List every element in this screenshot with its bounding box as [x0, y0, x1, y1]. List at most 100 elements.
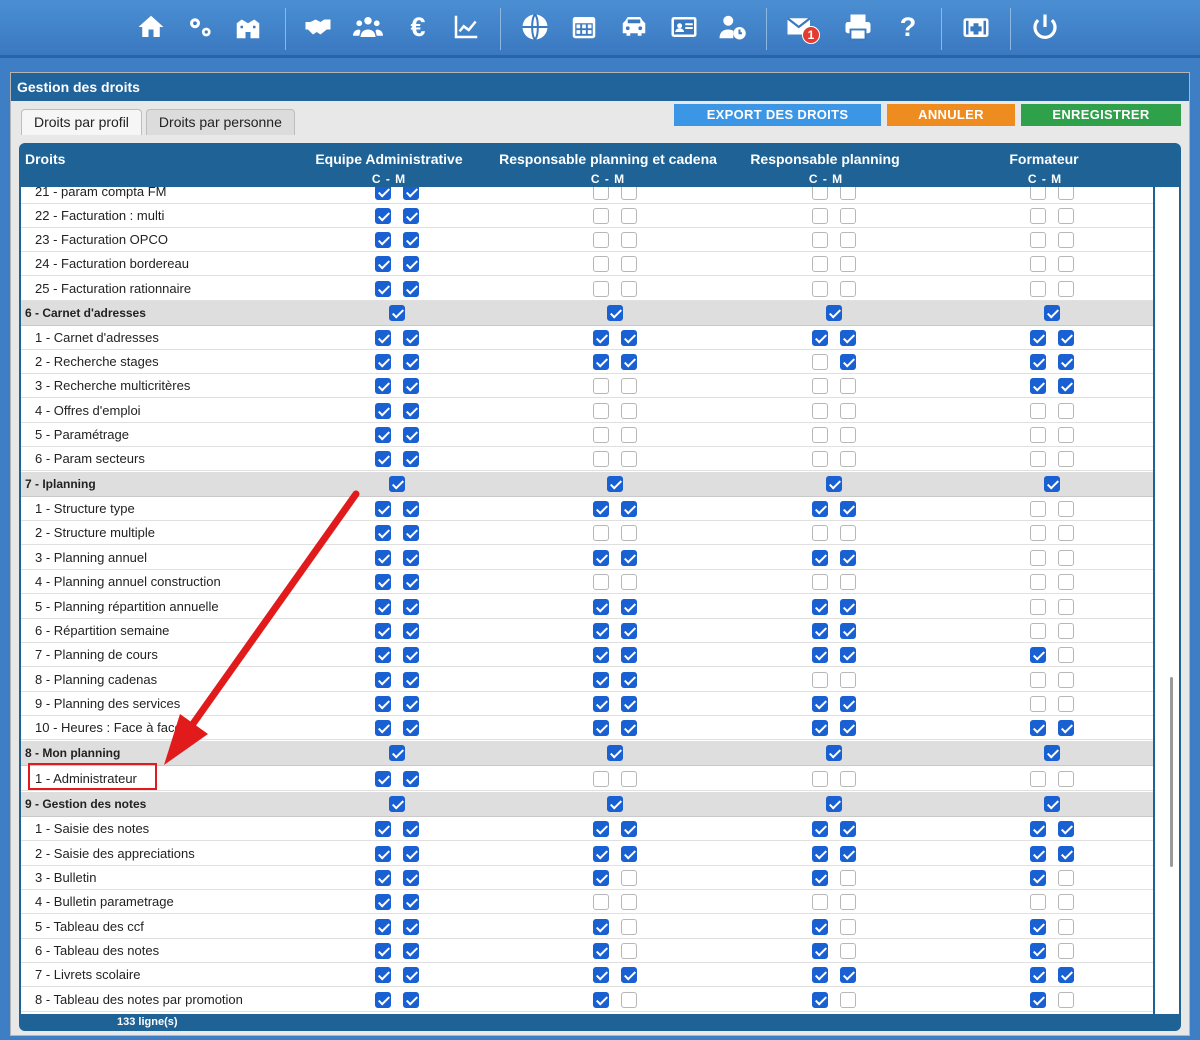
consult-checkbox[interactable] [1030, 870, 1046, 886]
consult-checkbox[interactable] [593, 696, 609, 712]
consult-checkbox[interactable] [812, 992, 828, 1008]
consult-checkbox[interactable] [1030, 427, 1046, 443]
modify-checkbox[interactable] [1058, 599, 1074, 615]
consult-checkbox[interactable] [1030, 501, 1046, 517]
consult-checkbox[interactable] [1030, 403, 1046, 419]
consult-checkbox[interactable] [375, 623, 391, 639]
gears-icon[interactable] [182, 9, 218, 45]
modify-checkbox[interactable] [1058, 870, 1074, 886]
home-icon[interactable] [133, 9, 169, 45]
section-checkbox[interactable] [826, 476, 842, 492]
consult-checkbox[interactable] [1030, 208, 1046, 224]
modify-checkbox[interactable] [840, 599, 856, 615]
modify-checkbox[interactable] [1058, 672, 1074, 688]
modify-checkbox[interactable] [1058, 967, 1074, 983]
consult-checkbox[interactable] [812, 330, 828, 346]
modify-checkbox[interactable] [621, 451, 637, 467]
consult-checkbox[interactable] [593, 451, 609, 467]
section-checkbox[interactable] [1044, 796, 1060, 812]
consult-checkbox[interactable] [375, 354, 391, 370]
modify-checkbox[interactable] [621, 281, 637, 297]
modify-checkbox[interactable] [1058, 943, 1074, 959]
consult-checkbox[interactable] [812, 672, 828, 688]
modify-checkbox[interactable] [840, 894, 856, 910]
consult-checkbox[interactable] [812, 771, 828, 787]
consult-checkbox[interactable] [812, 550, 828, 566]
modify-checkbox[interactable] [1058, 550, 1074, 566]
section-checkbox[interactable] [389, 745, 405, 761]
id-card-icon[interactable] [666, 9, 702, 45]
modify-checkbox[interactable] [840, 525, 856, 541]
consult-checkbox[interactable] [375, 208, 391, 224]
consult-checkbox[interactable] [1030, 967, 1046, 983]
user-clock-icon[interactable] [714, 9, 750, 45]
modify-checkbox[interactable] [840, 354, 856, 370]
consult-checkbox[interactable] [593, 550, 609, 566]
modify-checkbox[interactable] [1058, 256, 1074, 272]
modify-checkbox[interactable] [840, 281, 856, 297]
consult-checkbox[interactable] [375, 599, 391, 615]
modify-checkbox[interactable] [403, 501, 419, 517]
consult-checkbox[interactable] [375, 821, 391, 837]
modify-checkbox[interactable] [1058, 894, 1074, 910]
consult-checkbox[interactable] [1030, 378, 1046, 394]
consult-checkbox[interactable] [1030, 232, 1046, 248]
consult-checkbox[interactable] [593, 403, 609, 419]
modify-checkbox[interactable] [403, 574, 419, 590]
consult-checkbox[interactable] [812, 574, 828, 590]
modify-checkbox[interactable] [621, 870, 637, 886]
section-checkbox[interactable] [826, 305, 842, 321]
consult-checkbox[interactable] [593, 992, 609, 1008]
consult-checkbox[interactable] [812, 451, 828, 467]
modify-checkbox[interactable] [403, 378, 419, 394]
consult-checkbox[interactable] [1030, 574, 1046, 590]
modify-checkbox[interactable] [403, 403, 419, 419]
consult-checkbox[interactable] [1030, 187, 1046, 200]
modify-checkbox[interactable] [1058, 623, 1074, 639]
modify-checkbox[interactable] [840, 696, 856, 712]
modify-checkbox[interactable] [403, 187, 419, 200]
modify-checkbox[interactable] [1058, 647, 1074, 663]
modify-checkbox[interactable] [621, 623, 637, 639]
consult-checkbox[interactable] [812, 501, 828, 517]
consult-checkbox[interactable] [375, 574, 391, 590]
section-checkbox[interactable] [389, 796, 405, 812]
mail-icon[interactable]: 1 [782, 9, 820, 45]
consult-checkbox[interactable] [1030, 771, 1046, 787]
modify-checkbox[interactable] [403, 451, 419, 467]
consult-checkbox[interactable] [1030, 720, 1046, 736]
consult-checkbox[interactable] [593, 771, 609, 787]
modify-checkbox[interactable] [1058, 187, 1074, 200]
modify-checkbox[interactable] [621, 525, 637, 541]
consult-checkbox[interactable] [1030, 647, 1046, 663]
consult-checkbox[interactable] [812, 821, 828, 837]
modify-checkbox[interactable] [840, 647, 856, 663]
consult-checkbox[interactable] [812, 256, 828, 272]
modify-checkbox[interactable] [840, 550, 856, 566]
modify-checkbox[interactable] [1058, 696, 1074, 712]
modify-checkbox[interactable] [621, 550, 637, 566]
consult-checkbox[interactable] [1030, 330, 1046, 346]
modify-checkbox[interactable] [840, 256, 856, 272]
section-checkbox[interactable] [607, 305, 623, 321]
modify-checkbox[interactable] [840, 501, 856, 517]
consult-checkbox[interactable] [1030, 672, 1046, 688]
modify-checkbox[interactable] [840, 623, 856, 639]
modify-checkbox[interactable] [1058, 378, 1074, 394]
modify-checkbox[interactable] [1058, 821, 1074, 837]
modify-checkbox[interactable] [621, 378, 637, 394]
modify-checkbox[interactable] [403, 821, 419, 837]
tab-droits-par-profil[interactable]: Droits par profil [21, 109, 142, 135]
modify-checkbox[interactable] [403, 647, 419, 663]
modify-checkbox[interactable] [621, 821, 637, 837]
modify-checkbox[interactable] [403, 943, 419, 959]
consult-checkbox[interactable] [1030, 599, 1046, 615]
consult-checkbox[interactable] [375, 696, 391, 712]
modify-checkbox[interactable] [840, 919, 856, 935]
save-button[interactable]: ENREGISTRER [1021, 104, 1181, 126]
consult-checkbox[interactable] [1030, 256, 1046, 272]
modify-checkbox[interactable] [621, 187, 637, 200]
consult-checkbox[interactable] [812, 427, 828, 443]
modify-checkbox[interactable] [1058, 525, 1074, 541]
modify-checkbox[interactable] [621, 894, 637, 910]
